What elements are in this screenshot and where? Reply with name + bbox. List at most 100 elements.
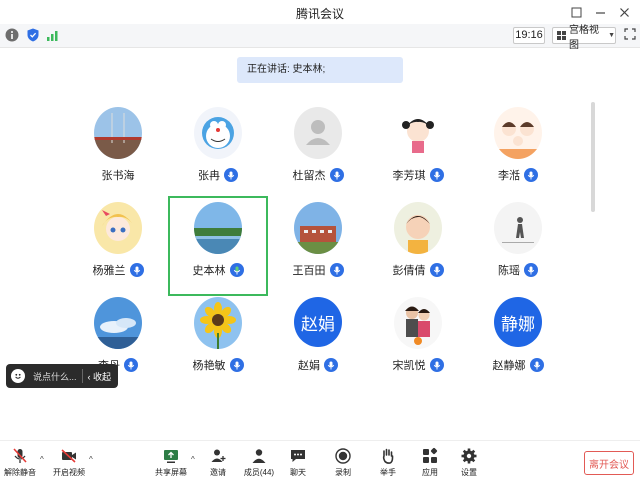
share-screen-button[interactable]: 共享屏幕 [155,447,187,479]
participant-tile[interactable]: 杨雅兰 [68,196,168,296]
mic-icon [124,358,138,372]
avatar [394,107,442,159]
participant-tile[interactable]: 王百田 [268,196,368,296]
chat-label: 聊天 [290,468,306,477]
info-icon[interactable] [5,28,19,42]
avatar [194,107,242,159]
video-options-icon[interactable]: ^ [89,455,93,464]
participant-name: 杨艳敏 [192,360,226,372]
hand-icon [382,448,394,464]
avatar [494,202,542,254]
mic-icon [429,168,444,182]
share-options-icon[interactable]: ^ [191,455,195,464]
photo-silhouette-avatar-image [494,202,542,254]
mic-icon [129,263,144,277]
record-button[interactable]: 录制 [331,447,355,479]
view-mode-label: 宫格视图 [569,24,599,51]
shield-icon[interactable] [26,28,40,42]
close-icon[interactable] [614,2,634,22]
avatar-initials: 静娜 [501,314,535,334]
members-label: 成员(44) [243,468,275,477]
participant-tile[interactable]: 李芳琪 [368,101,468,201]
mic-icon [329,263,344,277]
mic-options-icon[interactable]: ^ [40,455,44,464]
scrollbar[interactable] [591,102,595,212]
default-avatar-image [294,107,342,159]
chat-quick-bar[interactable]: 说点什么... ‹ 收起 [6,364,118,388]
mic-icon [524,263,538,277]
invite-icon [211,449,226,462]
mic-icon [429,263,444,277]
participant-name: 王百田 [292,265,326,277]
participant-name-row: 张冉 [168,167,268,183]
raise-hand-button[interactable]: 举手 [376,447,400,479]
avatar-initials: 赵娟 [301,314,335,334]
photo-lake-avatar-image [194,202,242,254]
fullscreen-icon[interactable] [624,28,636,40]
doraemon-avatar-image [194,107,242,159]
participant-name-row: 李湉 [468,167,568,183]
mic-icon [529,358,544,372]
signal-icon[interactable] [46,28,60,42]
participant-name-row: 陈瑶 [468,262,568,278]
participant-name: 张冉 [198,170,220,182]
avatar [194,202,242,254]
mic-icon [429,358,444,372]
members-button[interactable]: 成员(44) [242,447,276,479]
participant-tile[interactable]: 李湉 [468,101,568,201]
invite-label: 邀请 [210,468,226,477]
participant-name: 宋凯悦 [392,360,426,372]
cartoon-family-avatar-image [494,107,542,159]
invite-button[interactable]: 邀请 [206,447,230,479]
record-label: 录制 [335,468,351,477]
minimize-icon[interactable] [590,2,610,22]
participant-tile[interactable]: 宋凯悦 [368,291,468,391]
participant-tile[interactable]: 赵娟 赵娟 [268,291,368,391]
leave-meeting-button[interactable]: 离开会议 [584,451,634,475]
cartoon-girl-avatar-image [394,107,442,159]
start-video-label: 开启视频 [53,468,85,477]
chat-button[interactable]: 聊天 [286,447,310,479]
settings-button[interactable]: 设置 [457,447,481,479]
participant-name: 史本林 [192,265,226,277]
apps-button[interactable]: 应用 [418,447,442,479]
photo-cloud-avatar-image [94,297,142,349]
participant-tile[interactable]: 张冉 [168,101,268,201]
chevron-down-icon: ▼ [608,32,615,39]
participant-tile[interactable]: 张书海 [68,101,168,201]
photo-child-avatar-image [394,202,442,254]
record-icon [335,448,351,464]
participant-tile[interactable]: 静娜 赵静娜 [468,291,568,391]
collapse-chat-button[interactable]: ‹ 收起 [88,370,112,383]
chat-input-placeholder[interactable]: 说点什么... [33,370,77,383]
participant-tile[interactable]: 彭倩倩 [368,196,468,296]
participant-name-row: 史本林 [170,262,266,278]
unmute-button[interactable]: 解除静音 [4,447,36,479]
participant-tile[interactable]: 杜留杰 [268,101,368,201]
participant-tile[interactable]: 陈瑶 [468,196,568,296]
mic-speaking-icon [229,263,244,277]
meeting-timer: 19:16 [513,27,545,44]
mic-icon [324,358,338,372]
apps-icon [423,447,438,463]
mic-icon [224,168,238,182]
start-video-button[interactable]: 开启视频 [52,447,86,479]
active-speaker-banner: 正在讲话: 史本林; [237,57,403,83]
photo-building-avatar-image [294,202,342,254]
participant-tile[interactable]: 史本林 [168,196,268,296]
photo-family-avatar-image [394,297,442,349]
participant-tile[interactable]: 杨艳敏 [168,291,268,391]
info-bar: 19:16 宫格视图 ▼ [0,24,640,51]
mic-muted-icon [13,448,27,463]
view-mode-button[interactable]: 宫格视图 ▼ [552,25,616,51]
mic-icon [329,168,344,182]
avatar [94,202,142,254]
participant-name-row: 彭倩倩 [368,262,468,278]
participant-name-row: 宋凯悦 [368,357,468,373]
participant-name: 杜留杰 [292,170,326,182]
avatar [194,297,242,349]
restore-icon[interactable] [566,2,586,22]
mic-icon [524,168,538,182]
avatar: 静娜 [494,297,542,347]
smile-icon[interactable] [11,369,25,383]
